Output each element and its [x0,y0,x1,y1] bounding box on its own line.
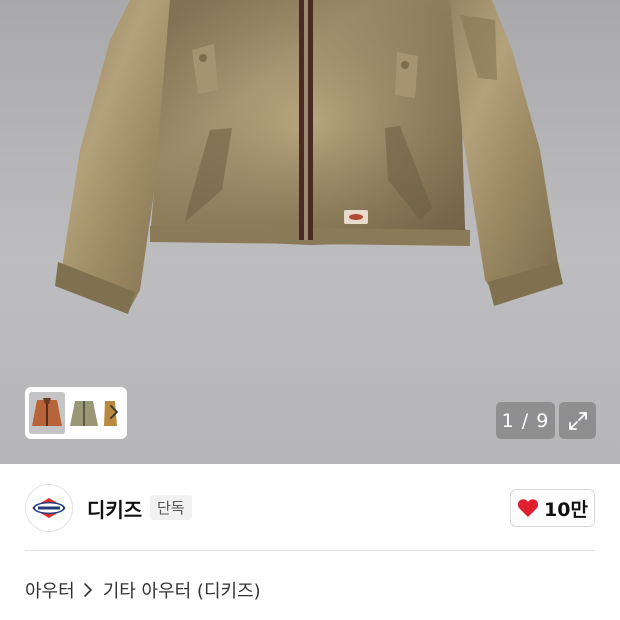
image-counter: 1 / 9 [496,402,555,439]
product-image-gallery[interactable]: 1 / 9 [0,0,620,464]
chevron-right-icon[interactable] [107,401,121,423]
thumbnail-strip [25,387,127,439]
thumbnail-2[interactable] [67,392,101,434]
exclusive-badge: 단독 [150,495,192,520]
brand-name[interactable]: 디키즈 [87,494,142,523]
heart-icon [517,499,539,517]
expand-button[interactable] [559,402,596,439]
orange-jacket-thumb [29,392,65,434]
dickies-logo-icon [32,498,66,518]
brand-row: 디키즈 단독 10만 [25,484,595,532]
thumbnail-1[interactable] [29,392,65,434]
divider [25,550,595,551]
chevron-right-icon [83,581,97,599]
like-button[interactable]: 10만 [510,489,595,527]
breadcrumb: 아우터 기타 아우터 (디키즈) [25,577,261,603]
like-count: 10만 [544,498,588,521]
brand-logo[interactable] [25,484,73,532]
breadcrumb-item-other-outer[interactable]: 기타 아우터 (디키즈) [103,577,261,603]
breadcrumb-item-outer[interactable]: 아우터 [25,577,75,603]
olive-jacket-thumb [67,392,101,434]
expand-icon [568,411,587,430]
